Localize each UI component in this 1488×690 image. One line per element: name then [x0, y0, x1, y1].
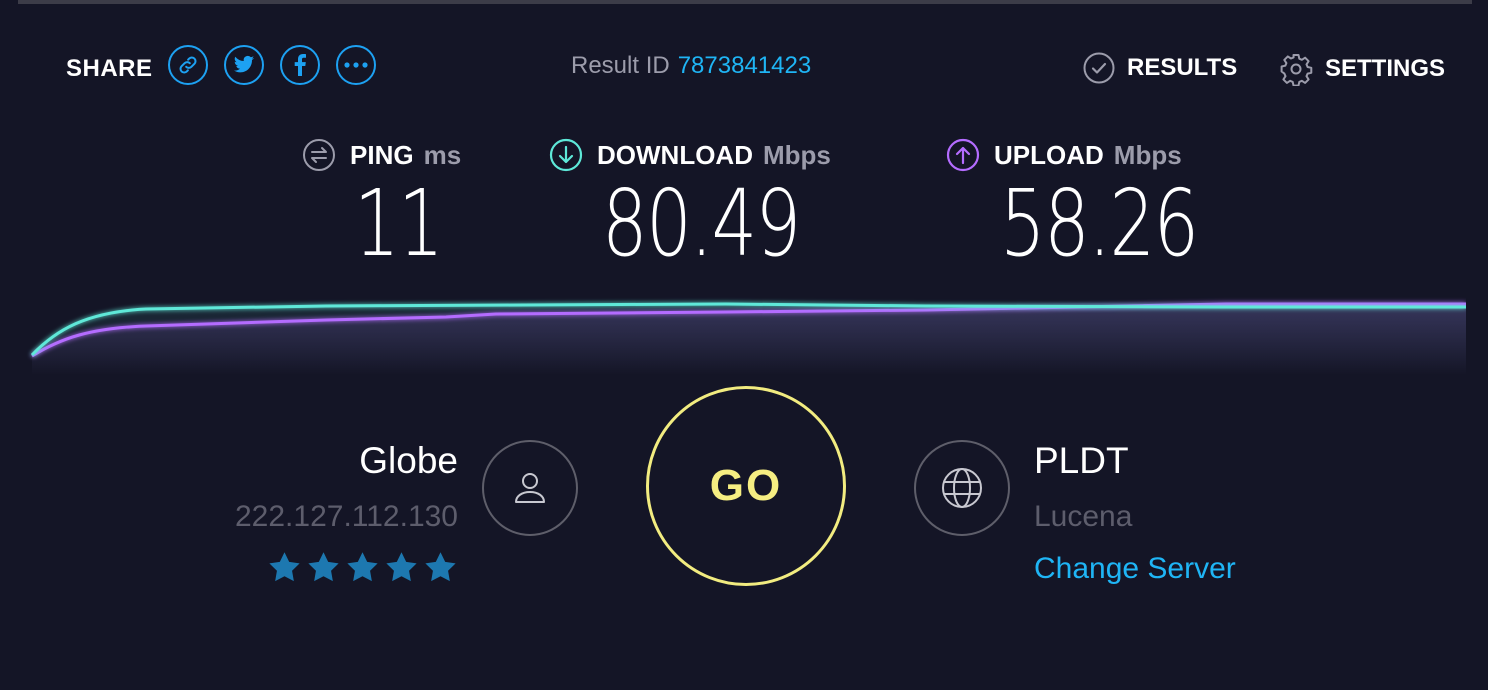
- upload-label: UPLOAD: [994, 139, 1104, 170]
- server-name: PLDT: [1034, 440, 1129, 481]
- check-circle-icon: [1083, 52, 1115, 84]
- share-more-button[interactable]: [336, 45, 376, 85]
- star-icon: [386, 552, 417, 582]
- share-link-button[interactable]: [168, 45, 208, 85]
- settings-button[interactable]: SETTINGS: [1279, 52, 1445, 86]
- speedtest-app: SHARE Result ID 7873841423 RESULTS SETTI…: [0, 0, 1488, 690]
- gear-icon: [1280, 54, 1313, 86]
- results-label: RESULTS: [1127, 54, 1238, 81]
- share-twitter-button[interactable]: [224, 45, 264, 85]
- user-icon: [515, 473, 545, 503]
- ping-icon: [303, 139, 335, 171]
- download-metric: DOWNLOAD Mbps: [549, 138, 831, 172]
- top-strip: [18, 0, 1472, 4]
- upload-header: UPLOAD Mbps: [946, 138, 1182, 172]
- download-icon: [549, 138, 583, 172]
- go-button[interactable]: GO: [646, 386, 846, 586]
- upload-unit: Mbps: [1113, 139, 1182, 170]
- ping-label: PING: [350, 139, 414, 170]
- results-button[interactable]: RESULTS: [1083, 52, 1237, 84]
- share-facebook-button[interactable]: [280, 45, 320, 85]
- upload-value: 58.26: [1000, 170, 1199, 277]
- upload-metric: UPLOAD Mbps: [946, 138, 1182, 172]
- speed-graph: [30, 302, 1466, 375]
- star-icon: [347, 552, 378, 582]
- ping-value: 11: [354, 170, 444, 277]
- share-label: SHARE: [66, 55, 153, 82]
- star-icon: [308, 552, 339, 582]
- server-globe-button: [914, 440, 1010, 536]
- go-label: GO: [709, 461, 783, 510]
- isp-ip: 222.127.112.130: [235, 500, 458, 533]
- result-id-value[interactable]: 7873841423: [678, 52, 811, 79]
- globe-icon: [942, 468, 982, 508]
- ping-unit: ms: [423, 139, 462, 170]
- result-id-label: Result ID: [571, 52, 670, 79]
- download-header: DOWNLOAD Mbps: [549, 138, 831, 172]
- isp-name: Globe: [359, 440, 458, 481]
- star-icon: [425, 552, 456, 582]
- download-label: DOWNLOAD: [597, 139, 753, 170]
- isp-rating: [268, 551, 457, 583]
- star-icon: [269, 552, 300, 582]
- isp-user-button: [482, 440, 578, 536]
- download-value: 80.49: [602, 170, 801, 277]
- ping-metric: PING ms: [302, 138, 461, 172]
- change-server-link[interactable]: Change Server: [1034, 552, 1236, 586]
- more-icon: [344, 62, 368, 68]
- upload-icon: [946, 138, 980, 172]
- link-icon: [179, 56, 197, 74]
- facebook-icon: [294, 54, 306, 76]
- ping-header: PING ms: [302, 138, 461, 172]
- server-location: Lucena: [1034, 500, 1133, 533]
- result-id: Result ID 7873841423: [571, 52, 811, 80]
- download-unit: Mbps: [762, 139, 831, 170]
- settings-label: SETTINGS: [1325, 55, 1446, 82]
- twitter-icon: [233, 55, 255, 73]
